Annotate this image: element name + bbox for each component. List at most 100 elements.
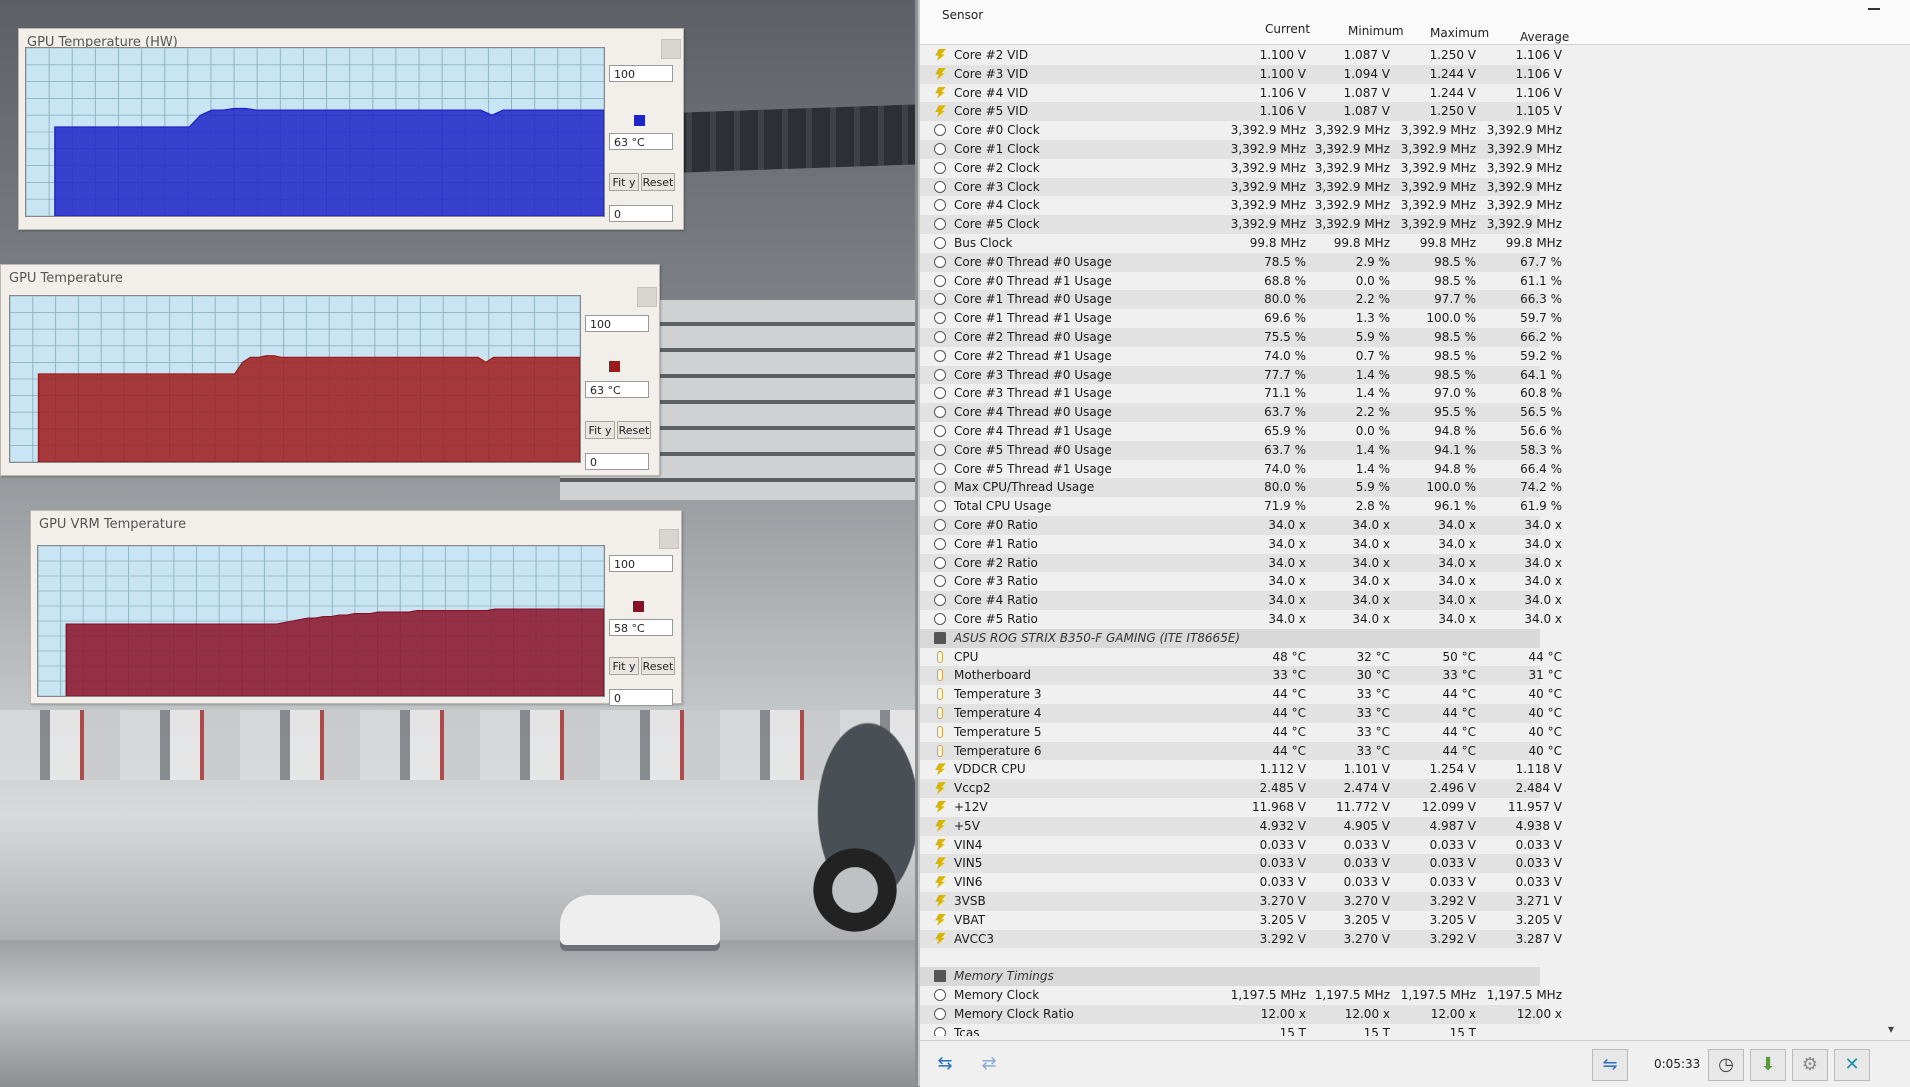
close-icon[interactable]: ✕ <box>1834 1049 1870 1081</box>
sensor-row[interactable]: Core #3 VID 1.100 V 1.094 V 1.244 V 1.106 V <box>920 64 1562 84</box>
sensor-row[interactable]: Core #5 Thread #0 Usage 63.7 % 1.4 % 94.1 %… <box>920 440 1562 460</box>
sensor-status-window[interactable]: Sensor Current Minimum Maximum Average C… <box>918 0 1910 1087</box>
graph-color-swatch[interactable] <box>609 361 620 372</box>
sensor-list[interactable]: Core #2 VID 1.100 V 1.087 V 1.250 V 1.106 VC… <box>920 46 1910 1036</box>
fit-y-button[interactable]: Fit y <box>609 657 639 675</box>
sensor-row[interactable]: Vccp2 2.485 V 2.474 V 2.496 V 2.484 V <box>920 779 1562 798</box>
sensor-row[interactable]: Core #0 Thread #1 Usage 68.8 % 0.0 % 98.5 %… <box>920 272 1562 291</box>
back-arrow-icon[interactable]: ⇆ <box>928 1049 962 1079</box>
sensor-row[interactable]: Core #3 Thread #0 Usage 77.7 % 1.4 % 98.5 %… <box>920 365 1562 385</box>
sensor-row[interactable]: Core #1 Ratio 34.0 x 34.0 x 34.0 x 34.0 x <box>920 535 1562 554</box>
graph-color-swatch[interactable] <box>634 115 645 126</box>
sensor-row[interactable]: Core #2 Ratio 34.0 x 34.0 x 34.0 x 34.0 x <box>920 553 1562 573</box>
graph-close-button[interactable] <box>637 287 657 307</box>
sensor-row[interactable]: Core #2 Clock 3,392.9 MHz 3,392.9 MHz 3,392… <box>920 159 1562 178</box>
sensor-row[interactable]: VDDCR CPU 1.112 V 1.101 V 1.254 V 1.118 V <box>920 760 1562 779</box>
minimize-icon[interactable] <box>1868 8 1880 10</box>
sensor-row[interactable]: Motherboard 33 °C 30 °C 33 °C 31 °C <box>920 666 1562 686</box>
sensor-row[interactable]: VBAT 3.205 V 3.205 V 3.205 V 3.205 V <box>920 911 1562 930</box>
clock-icon[interactable]: ◷ <box>1708 1049 1744 1081</box>
sensor-row[interactable]: Core #3 Thread #1 Usage 71.1 % 1.4 % 97.0 %… <box>920 384 1562 403</box>
sensor-row[interactable]: Temperature 4 44 °C 33 °C 44 °C 40 °C <box>920 704 1562 723</box>
sensor-row[interactable]: +12V 11.968 V 11.772 V 12.099 V 11.957 V <box>920 798 1562 817</box>
graph-max-field[interactable]: 100 <box>585 315 649 332</box>
column-header-current[interactable]: Current <box>1265 22 1310 36</box>
sensor-max-value: 3,392.9 MHz <box>1400 160 1476 175</box>
sensor-row[interactable]: VIN4 0.033 V 0.033 V 0.033 V 0.033 V <box>920 836 1562 855</box>
sensor-row[interactable]: Core #1 Thread #1 Usage 69.6 % 1.3 % 100.0 … <box>920 309 1562 328</box>
sensor-row[interactable]: Core #1 Clock 3,392.9 MHz 3,392.9 MHz 3,392… <box>920 140 1562 159</box>
column-header-average[interactable]: Average <box>1520 30 1569 44</box>
sensor-row[interactable]: Core #3 Clock 3,392.9 MHz 3,392.9 MHz 3,392… <box>920 177 1562 197</box>
chip-icon <box>934 631 946 644</box>
sensor-row[interactable]: Core #4 Ratio 34.0 x 34.0 x 34.0 x 34.0 x <box>920 591 1562 610</box>
sensor-row[interactable]: VIN6 0.033 V 0.033 V 0.033 V 0.033 V <box>920 873 1562 892</box>
sensor-row[interactable]: 3VSB 3.270 V 3.270 V 3.292 V 3.271 V <box>920 892 1562 911</box>
sensor-row[interactable]: Temperature 5 44 °C 33 °C 44 °C 40 °C <box>920 723 1562 742</box>
graph-window-gpu-temperature[interactable]: GPU Temperature 100 63 °C Fit y Reset 0 <box>0 264 660 476</box>
graph-max-field[interactable]: 100 <box>609 555 673 572</box>
graph-close-button[interactable] <box>661 39 681 59</box>
sensor-row[interactable]: Total CPU Usage 71.9 % 2.8 % 96.1 % 61.9 % <box>920 497 1562 516</box>
sensor-row[interactable]: VIN5 0.033 V 0.033 V 0.033 V 0.033 V <box>920 854 1562 874</box>
sensor-row[interactable]: Tcas 15 T 15 T 15 T <box>920 1024 1540 1036</box>
sensor-min-value: 33 °C <box>1356 724 1390 739</box>
sensor-group-header[interactable]: ASUS ROG STRIX B350-F GAMING (ITE IT8665… <box>920 628 1540 648</box>
sensor-row[interactable]: Core #5 Clock 3,392.9 MHz 3,392.9 MHz 3,392… <box>920 215 1562 234</box>
sensor-row[interactable]: AVCC3 3.292 V 3.270 V 3.292 V 3.287 V <box>920 929 1562 949</box>
sensor-row[interactable]: Core #5 VID 1.106 V 1.087 V 1.250 V 1.105 V <box>920 102 1562 122</box>
sensor-row[interactable]: Core #0 Ratio 34.0 x 34.0 x 34.0 x 34.0 x <box>920 516 1562 535</box>
sensor-row[interactable]: Memory Clock Ratio 12.00 x 12.00 x 12.00 x 1… <box>920 1004 1562 1024</box>
fit-y-button[interactable]: Fit y <box>585 421 615 439</box>
sensor-current-value: 0.033 V <box>1259 856 1306 871</box>
scroll-down-arrow[interactable]: ▾ <box>1888 1022 1894 1036</box>
graph-min-field[interactable]: 0 <box>609 689 673 706</box>
column-header-minimum[interactable]: Minimum <box>1348 24 1404 38</box>
sensor-row[interactable]: Core #0 Clock 3,392.9 MHz 3,392.9 MHz 3,392… <box>920 121 1562 140</box>
sensor-row[interactable]: Core #4 VID 1.106 V 1.087 V 1.244 V 1.106 V <box>920 84 1562 103</box>
graph-min-field[interactable]: 0 <box>609 205 673 222</box>
column-header-maximum[interactable]: Maximum <box>1430 26 1489 40</box>
sensor-row[interactable]: Core #2 VID 1.100 V 1.087 V 1.250 V 1.106 V <box>920 46 1562 65</box>
sensor-row[interactable]: Core #0 Thread #0 Usage 78.5 % 2.9 % 98.5 %… <box>920 252 1562 272</box>
reset-button[interactable]: Reset <box>617 421 651 439</box>
sensor-row[interactable]: Temperature 3 44 °C 33 °C 44 °C 40 °C <box>920 685 1562 704</box>
sensor-row[interactable]: Max CPU/Thread Usage 80.0 % 5.9 % 100.0 % 74… <box>920 478 1562 498</box>
sensor-row[interactable]: Temperature 6 44 °C 33 °C 44 °C 40 °C <box>920 741 1562 761</box>
sensor-group-header[interactable]: Memory Timings <box>920 967 1540 986</box>
reset-button[interactable]: Reset <box>641 173 675 191</box>
sensor-row[interactable]: Memory Clock 1,197.5 MHz 1,197.5 MHz 1,197.… <box>920 986 1562 1005</box>
column-header-sensor[interactable]: Sensor <box>942 8 983 22</box>
graph-close-button[interactable] <box>659 529 679 549</box>
sensor-min-value: 3,392.9 MHz <box>1314 123 1390 138</box>
sensor-row[interactable]: Core #2 Thread #1 Usage 74.0 % 0.7 % 98.5 %… <box>920 347 1562 366</box>
sensor-current-value: 34.0 x <box>1268 536 1306 551</box>
expand-arrows-icon[interactable]: ⇄ <box>972 1049 1006 1079</box>
sensor-row[interactable]: CPU 48 °C 32 °C 50 °C 44 °C <box>920 648 1562 667</box>
graph-min-field[interactable]: 0 <box>585 453 649 470</box>
sensor-row[interactable]: Core #4 Thread #1 Usage 65.9 % 0.0 % 94.8 %… <box>920 422 1562 441</box>
sensor-min-value: 0.033 V <box>1343 856 1390 871</box>
graph-window-gpu-vrm-temperature[interactable]: GPU VRM Temperature 100 58 °C Fit y Rese… <box>30 510 682 706</box>
sensor-avg-value: 66.4 % <box>1520 461 1562 476</box>
sensor-row[interactable]: Core #5 Ratio 34.0 x 34.0 x 34.0 x 34.0 x <box>920 610 1562 629</box>
log-icon[interactable]: ⬇ <box>1750 1049 1786 1081</box>
sensor-row[interactable]: Core #5 Thread #1 Usage 74.0 % 1.4 % 94.8 %… <box>920 460 1562 479</box>
sensor-row[interactable]: Core #3 Ratio 34.0 x 34.0 x 34.0 x 34.0 x <box>920 572 1562 591</box>
fit-y-button[interactable]: Fit y <box>609 173 639 191</box>
sensor-row[interactable]: Core #4 Clock 3,392.9 MHz 3,392.9 MHz 3,392… <box>920 196 1562 215</box>
graph-plot <box>9 295 581 463</box>
graph-max-field[interactable]: 100 <box>609 65 673 82</box>
reset-button[interactable]: Reset <box>641 657 675 675</box>
sensor-row[interactable]: +5V 4.932 V 4.905 V 4.987 V 4.938 V <box>920 816 1562 836</box>
sensor-row[interactable]: Bus Clock 99.8 MHz 99.8 MHz 99.8 MHz 99.8 MH… <box>920 234 1562 253</box>
network-icon[interactable]: ⇋ <box>1592 1049 1628 1081</box>
thermometer-icon <box>937 707 943 719</box>
sensor-row[interactable]: Core #2 Thread #0 Usage 75.5 % 5.9 % 98.5 %… <box>920 328 1562 347</box>
sensor-row[interactable]: Core #1 Thread #0 Usage 80.0 % 2.2 % 97.7 %… <box>920 290 1562 310</box>
sensor-name: Vccp2 <box>954 781 991 796</box>
settings-icon[interactable]: ⚙ <box>1792 1049 1828 1081</box>
graph-color-swatch[interactable] <box>633 601 644 612</box>
sensor-row[interactable]: Core #4 Thread #0 Usage 63.7 % 2.2 % 95.5 %… <box>920 403 1562 422</box>
graph-window-gpu-temperature-hw[interactable]: GPU Temperature (HW) 100 63 °C Fit y Res… <box>18 28 684 230</box>
